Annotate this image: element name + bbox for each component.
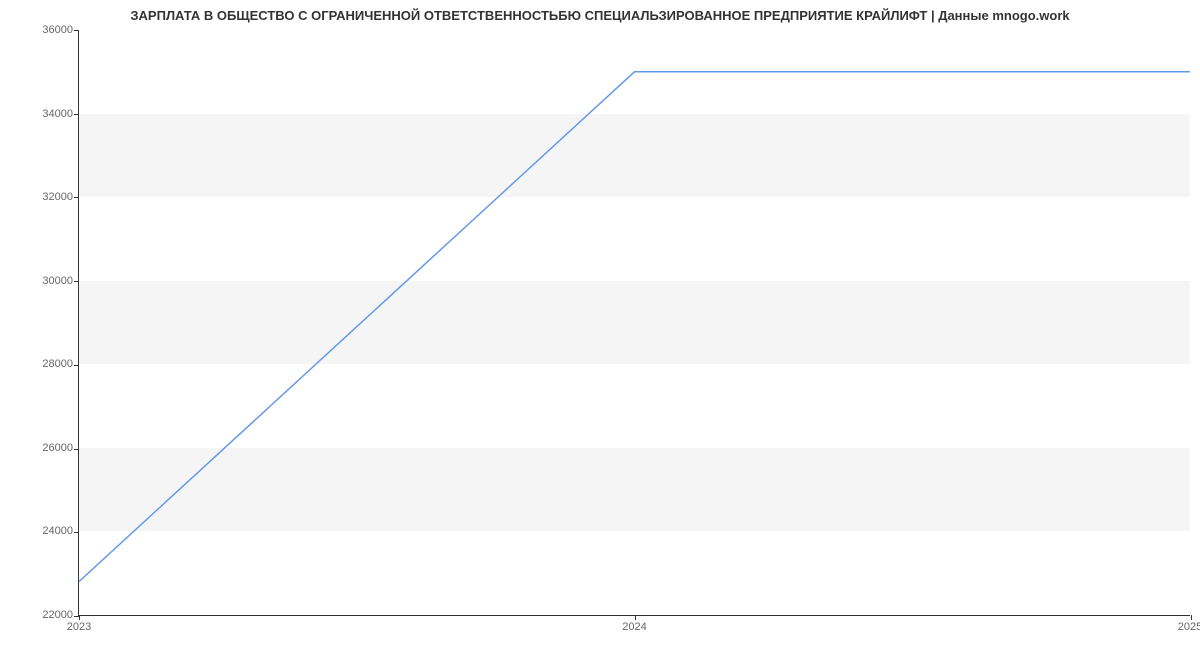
y-tick-mark bbox=[74, 449, 79, 450]
y-tick-mark bbox=[74, 281, 79, 282]
x-tick-label: 2025 bbox=[1178, 615, 1200, 633]
y-tick-mark bbox=[74, 30, 79, 31]
plot-area: 2200024000260002800030000320003400036000… bbox=[78, 30, 1190, 616]
chart-svg bbox=[79, 30, 1190, 615]
y-tick-mark bbox=[74, 365, 79, 366]
chart-container: ЗАРПЛАТА В ОБЩЕСТВО С ОГРАНИЧЕННОЙ ОТВЕТ… bbox=[0, 0, 1200, 650]
y-tick-mark bbox=[74, 197, 79, 198]
chart-title: ЗАРПЛАТА В ОБЩЕСТВО С ОГРАНИЧЕННОЙ ОТВЕТ… bbox=[0, 0, 1200, 27]
y-tick-mark bbox=[74, 532, 79, 533]
series-line bbox=[79, 72, 1190, 582]
x-tick-mark bbox=[79, 615, 80, 620]
x-tick-mark bbox=[1191, 615, 1192, 620]
x-tick-mark bbox=[635, 615, 636, 620]
y-tick-mark bbox=[74, 114, 79, 115]
